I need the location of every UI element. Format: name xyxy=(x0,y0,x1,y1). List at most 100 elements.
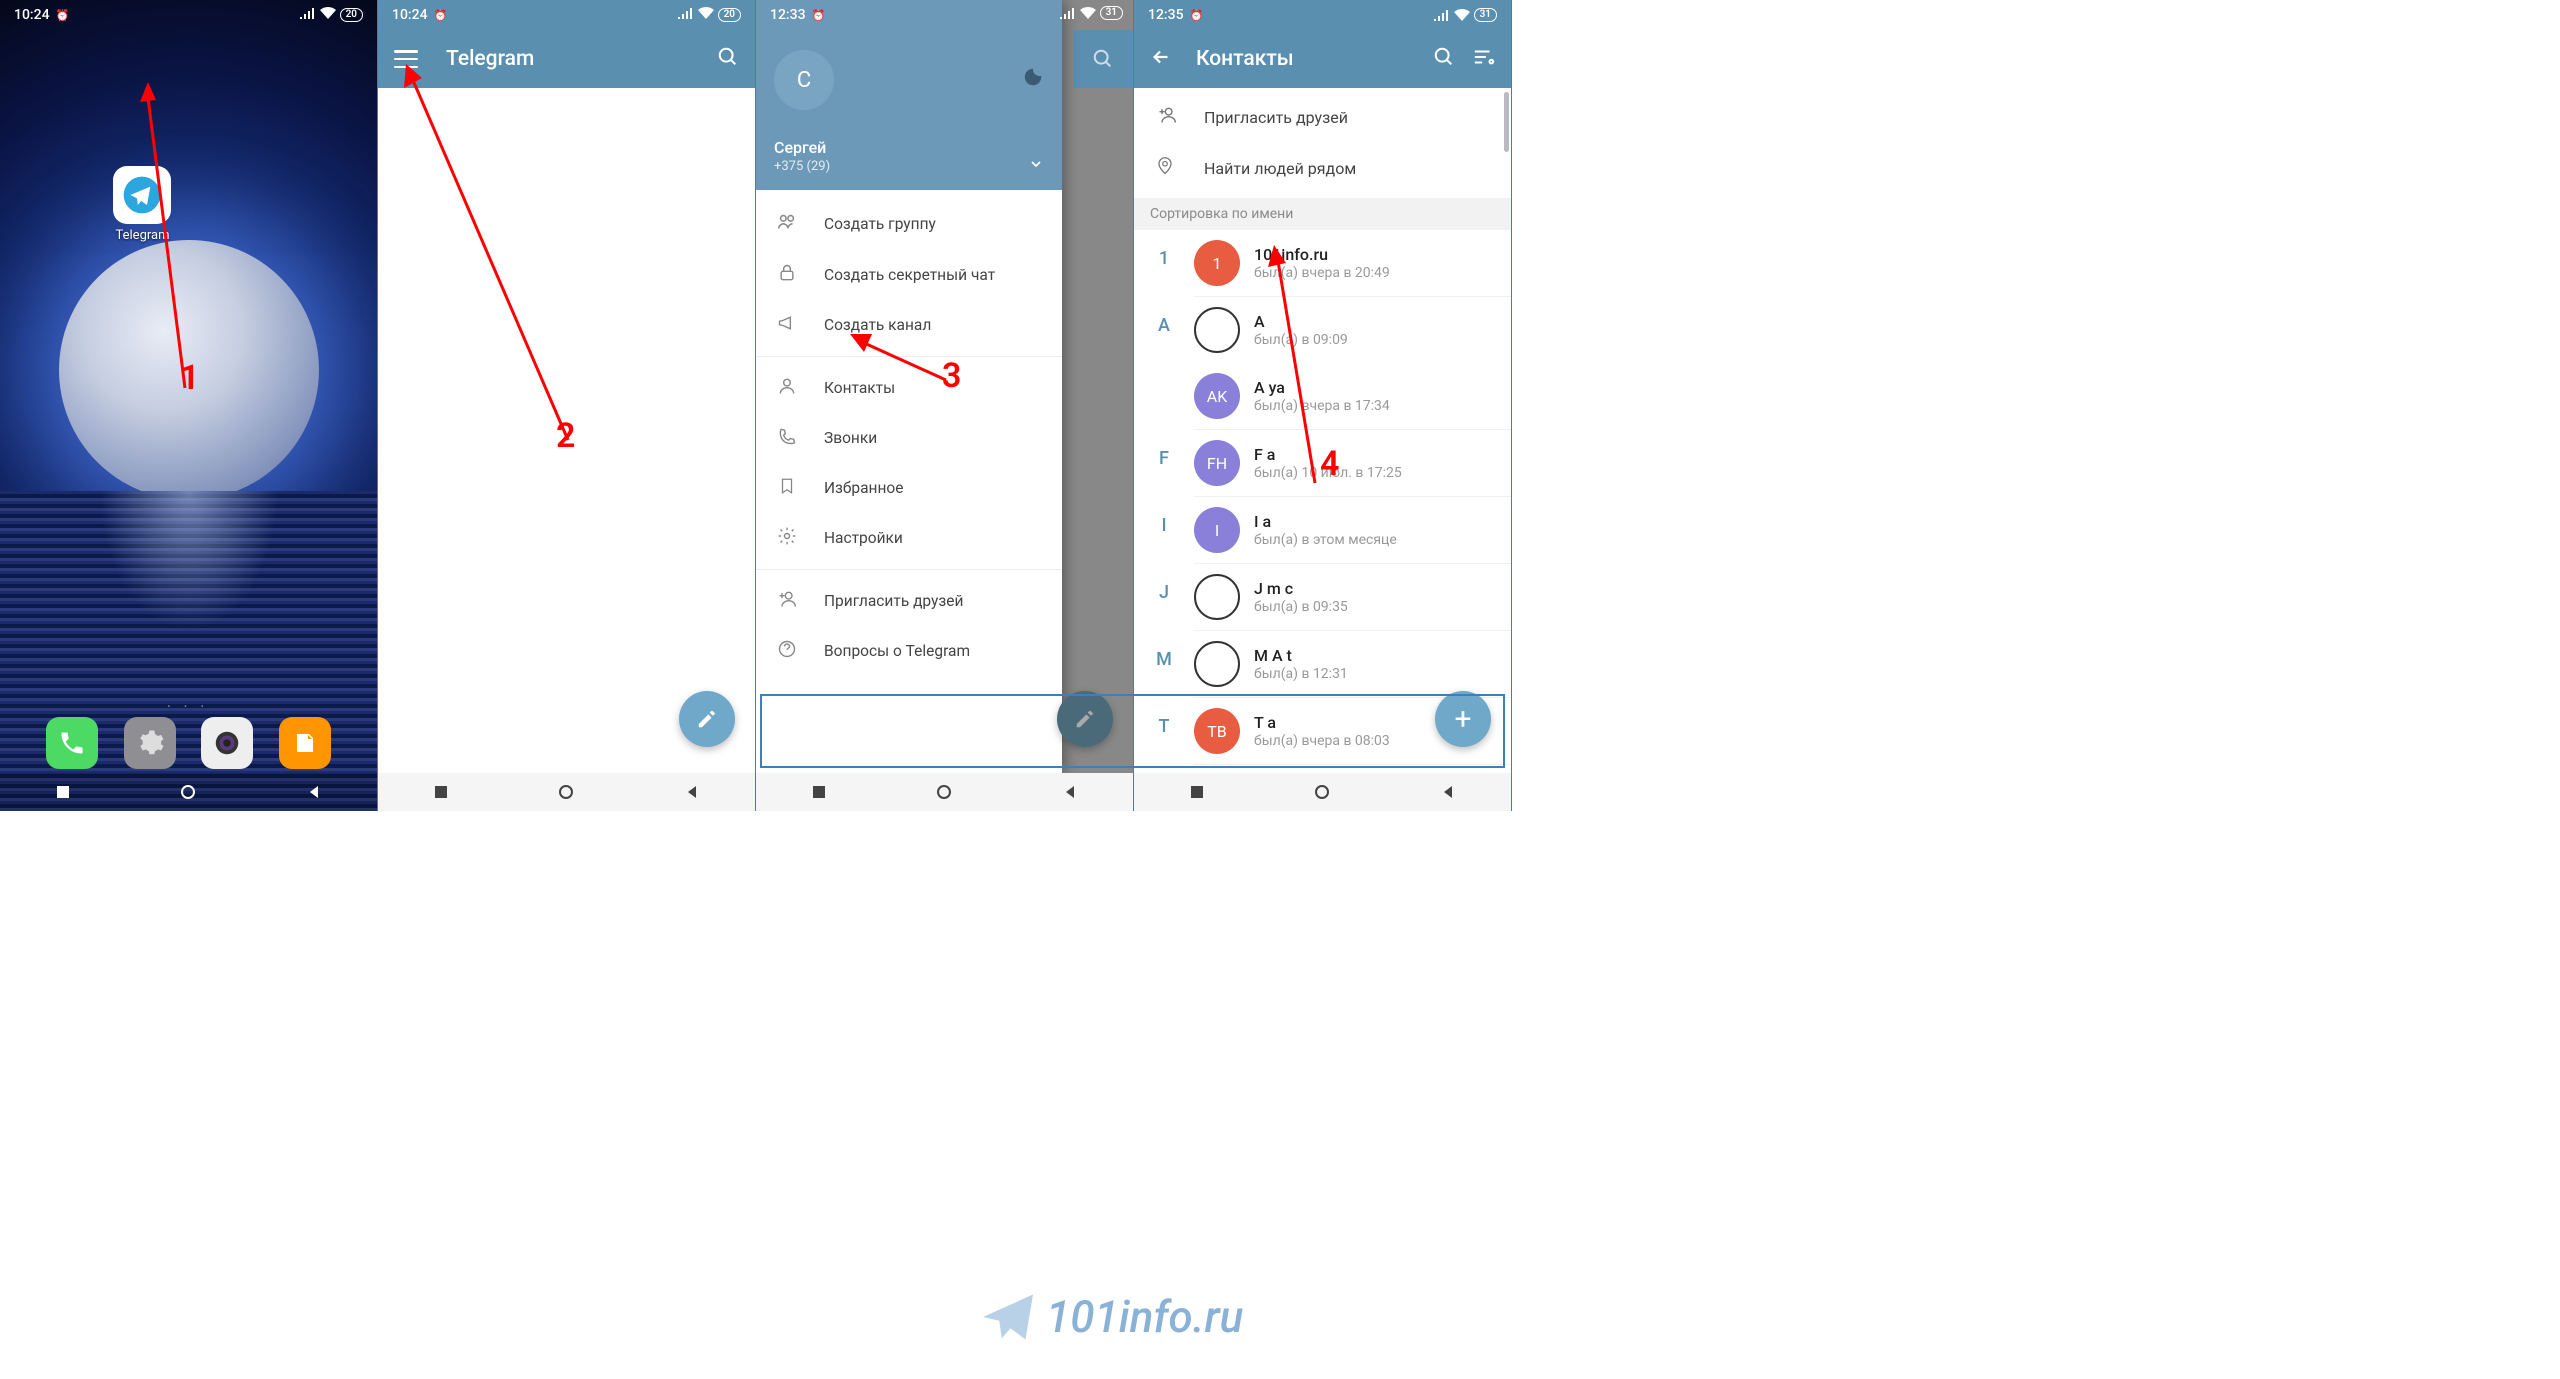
drawer-header[interactable]: С Сергей +375 (29) xyxy=(756,30,1062,190)
status-bar: 10:24 20 xyxy=(0,0,377,30)
nav-home-icon[interactable] xyxy=(1312,782,1332,802)
alarm-icon xyxy=(1190,7,1204,23)
menu-label: Вопросы о Telegram xyxy=(824,642,970,660)
contact-status: был(а) вчера в 17:34 xyxy=(1254,398,1390,414)
user-avatar: С xyxy=(774,50,834,110)
letter-header: 1 xyxy=(1134,230,1194,269)
menu-invite[interactable]: Пригласить друзей xyxy=(756,576,1062,626)
clock: 12:33 xyxy=(770,7,806,23)
menu-label: Пригласить друзей xyxy=(824,592,963,610)
phone-icon xyxy=(776,426,798,450)
contact-name: T a xyxy=(1254,713,1390,732)
nav-recent-icon[interactable] xyxy=(431,782,451,802)
nav-recent-icon[interactable] xyxy=(809,782,829,802)
menu-contacts[interactable]: Контакты xyxy=(756,363,1062,413)
menu-secret-chat[interactable]: Создать секретный чат xyxy=(756,250,1062,300)
letter-header: А xyxy=(1134,297,1194,336)
sort-icon[interactable] xyxy=(1473,48,1495,70)
menu-settings[interactable]: Настройки xyxy=(756,513,1062,563)
menu-faq[interactable]: Вопросы о Telegram xyxy=(756,626,1062,676)
contact-row[interactable]: FHF aбыл(а) 10 июл. в 17:25 xyxy=(1194,430,1511,496)
contact-avatar: I xyxy=(1194,507,1240,553)
nav-back-icon[interactable] xyxy=(1060,782,1080,802)
phone-app-icon[interactable] xyxy=(46,717,98,769)
search-icon[interactable] xyxy=(1433,46,1455,72)
compose-fab[interactable] xyxy=(679,691,735,747)
divider xyxy=(756,356,1062,357)
camera-app-icon[interactable] xyxy=(201,717,253,769)
contact-actions: Пригласить друзей Найти людей рядом xyxy=(1134,88,1511,198)
wifi-icon xyxy=(1454,9,1470,21)
compose-fab[interactable] xyxy=(1057,691,1113,747)
menu-saved[interactable]: Избранное xyxy=(756,463,1062,513)
add-contact-fab[interactable]: + xyxy=(1435,691,1491,747)
nav-recent-icon[interactable] xyxy=(53,782,73,802)
telegram-app-icon[interactable] xyxy=(113,166,171,224)
contact-row[interactable]: 1101info.ruбыл(а) вчера в 20:49 xyxy=(1194,230,1511,296)
letter-header: T xyxy=(1134,698,1194,737)
menu-new-group[interactable]: Создать группу xyxy=(756,198,1062,250)
location-icon xyxy=(1156,155,1176,181)
invite-friends-row[interactable]: Пригласить друзей xyxy=(1134,92,1511,142)
scrollbar[interactable] xyxy=(1504,92,1509,152)
android-navbar xyxy=(378,773,755,811)
action-label: Найти людей рядом xyxy=(1204,159,1356,178)
letter-header: F xyxy=(1134,430,1194,469)
contact-name: 101info.ru xyxy=(1254,245,1390,264)
battery-indicator: 31 xyxy=(1474,8,1497,22)
person-icon xyxy=(776,376,798,400)
contact-row[interactable]: II aбыл(а) в этом месяце xyxy=(1194,497,1511,563)
search-icon[interactable] xyxy=(717,46,739,72)
gear-icon xyxy=(776,526,798,550)
letter-group: ААбыл(а) в 09:09AKА yaбыл(а) вчера в 17:… xyxy=(1134,297,1511,430)
screen-chats: 10:24 20 Telegram 2 xyxy=(378,0,756,811)
action-label: Пригласить друзей xyxy=(1204,108,1348,127)
signal-icon xyxy=(678,7,694,23)
contact-status: был(а) в 12:31 xyxy=(1254,666,1348,682)
nav-recent-icon[interactable] xyxy=(1187,782,1207,802)
watermark: 101info.ru xyxy=(978,1287,2550,1347)
divider xyxy=(756,569,1062,570)
nav-back-icon[interactable] xyxy=(304,782,324,802)
contact-row[interactable]: J m cбыл(а) в 09:35 xyxy=(1194,564,1511,630)
menu-new-channel[interactable]: Создать канал xyxy=(756,300,1062,350)
dock xyxy=(0,717,377,769)
user-name: Сергей xyxy=(774,138,1044,157)
nearby-row[interactable]: Найти людей рядом xyxy=(1134,142,1511,194)
contacts-list: 11101info.ruбыл(а) вчера в 20:49ААбыл(а)… xyxy=(1134,230,1511,765)
wifi-icon xyxy=(320,7,336,23)
letter-group: 11101info.ruбыл(а) вчера в 20:49 xyxy=(1134,230,1511,297)
menu-label: Настройки xyxy=(824,529,903,547)
contact-name: I a xyxy=(1254,512,1397,531)
battery-indicator: 31 xyxy=(1100,6,1123,20)
menu-button[interactable] xyxy=(394,50,418,68)
nav-home-icon[interactable] xyxy=(178,782,198,802)
contact-status: был(а) вчера в 08:03 xyxy=(1254,733,1390,749)
back-icon[interactable] xyxy=(1150,46,1172,72)
nav-back-icon[interactable] xyxy=(1438,782,1458,802)
nav-home-icon[interactable] xyxy=(934,782,954,802)
chevron-down-icon[interactable] xyxy=(1028,156,1044,176)
menu-label: Создать канал xyxy=(824,316,931,334)
alarm-icon xyxy=(56,7,70,23)
app-header: Telegram xyxy=(378,30,755,88)
settings-app-icon[interactable] xyxy=(124,717,176,769)
menu-calls[interactable]: Звонки xyxy=(756,413,1062,463)
app-title: Telegram xyxy=(446,47,534,71)
menu-label: Контакты xyxy=(824,379,895,397)
contact-row[interactable]: Абыл(а) в 09:09 xyxy=(1194,297,1511,363)
alarm-icon xyxy=(812,7,826,23)
nav-back-icon[interactable] xyxy=(682,782,702,802)
notes-app-icon[interactable] xyxy=(279,717,331,769)
contact-status: был(а) в 09:09 xyxy=(1254,332,1348,348)
person-add-icon xyxy=(1156,105,1176,129)
menu-label: Создать группу xyxy=(824,215,936,233)
annotation-arrow-2 xyxy=(398,60,598,450)
contact-row[interactable]: M A tбыл(а) в 12:31 xyxy=(1194,631,1511,697)
night-mode-icon[interactable] xyxy=(1022,66,1044,92)
nav-home-icon[interactable] xyxy=(556,782,576,802)
screen-drawer: 12:33 С Сергей +375 (29) Создать группу xyxy=(756,0,1134,811)
contact-row[interactable]: AKА yaбыл(а) вчера в 17:34 xyxy=(1194,363,1511,429)
moon-wallpaper xyxy=(59,240,319,500)
drawer-menu: Создать группу Создать секретный чат Соз… xyxy=(756,190,1062,684)
